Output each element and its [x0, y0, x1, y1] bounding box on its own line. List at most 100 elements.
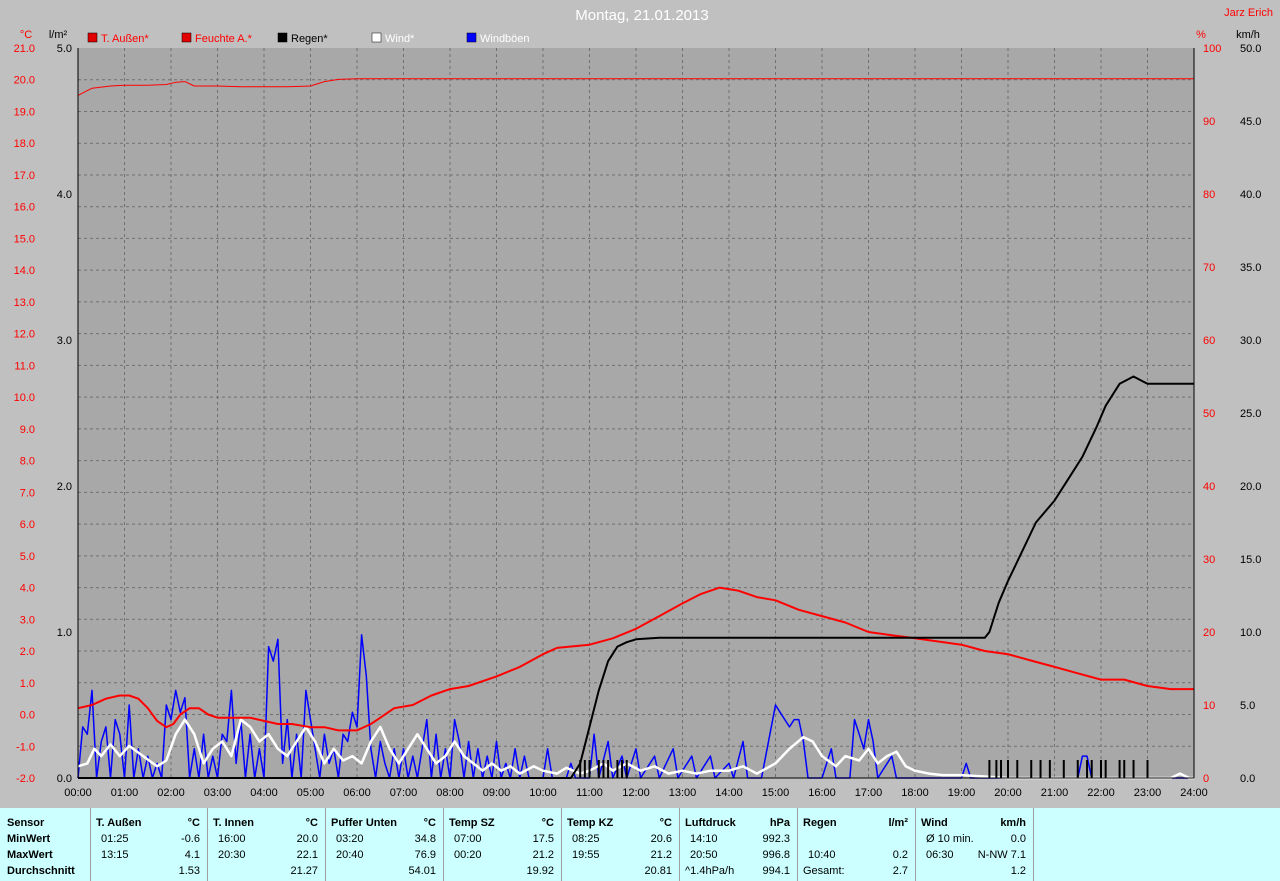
temperature-tick-label: -1.0: [16, 741, 35, 753]
wind-tick-label: 0.0: [1240, 773, 1255, 785]
stats-avg-value: 994.1: [762, 865, 790, 877]
humidity-tick-label: 80: [1203, 189, 1215, 201]
stats-column: T. Außen °C 01:25 -0.6 13:15 4.1 1.53: [90, 808, 208, 881]
humidity-tick-label: 90: [1203, 116, 1215, 128]
time-tick-label: 07:00: [390, 787, 418, 799]
stats-max-value: 0.2: [892, 849, 908, 861]
stats-row-label: MaxWert: [7, 849, 53, 861]
stats-column: T. Innen °C 16:00 20.0 20:30 22.1 21.27: [207, 808, 326, 881]
stats-column: Regen l/m² 10:40 0.2 Gesamt: 2.7: [797, 808, 916, 881]
stats-avg-value: 1.2: [1010, 865, 1026, 877]
temperature-tick-label: 14.0: [14, 265, 35, 277]
time-tick-label: 23:00: [1134, 787, 1162, 799]
wind-tick-label: 15.0: [1240, 554, 1261, 566]
time-tick-label: 02:00: [157, 787, 185, 799]
temperature-tick-label: 4.0: [20, 583, 35, 595]
stats-column-name: Temp SZ: [449, 817, 495, 829]
humidity-tick-label: 40: [1203, 481, 1215, 493]
stats-column-unit: hPa: [769, 817, 790, 829]
stats-min-time: 03:20: [336, 833, 364, 845]
stats-max-value: 21.2: [650, 849, 672, 861]
rain-tick-label: 3.0: [57, 335, 72, 347]
stats-column: Puffer Unten °C 03:20 34.8 20:40 76.9 54.01: [325, 808, 444, 881]
stats-avg-value: 20.81: [644, 865, 672, 877]
temperature-tick-label: 11.0: [14, 360, 35, 372]
stats-max-time: 13:15: [101, 849, 129, 861]
stats-column-unit: °C: [305, 817, 318, 829]
wind-tick-label: 5.0: [1240, 700, 1255, 712]
stats-row-labels: Sensor MinWert MaxWert Durchschnitt: [0, 808, 90, 881]
temperature-tick-label: 12.0: [14, 329, 35, 341]
stats-column: Wind km/h Ø 10 min. 0.0 06:30 N-NW 7.1 1.2: [915, 808, 1034, 881]
legend-swatch: [466, 32, 477, 43]
stats-max-value: 4.1: [184, 849, 200, 861]
weather-chart: Montag, 21.01.2013 Jarz Erich °C l/m² % …: [14, 7, 1273, 799]
time-tick-label: 13:00: [669, 787, 697, 799]
stats-column-unit: km/h: [1000, 817, 1026, 829]
temperature-tick-label: 19.0: [14, 106, 35, 118]
stats-min-time: 07:00: [454, 833, 482, 845]
temperature-tick-label: -2.0: [16, 773, 35, 785]
stats-max-value: 21.2: [532, 849, 554, 861]
stats-column: Temp SZ °C 07:00 17.5 00:20 21.2 19.92: [443, 808, 562, 881]
stats-min-time: Ø 10 min.: [926, 833, 974, 845]
time-tick-label: 12:00: [622, 787, 650, 799]
time-tick-label: 19:00: [948, 787, 976, 799]
stats-min-time: 08:25: [572, 833, 600, 845]
wind-tick-label: 30.0: [1240, 335, 1261, 347]
temperature-tick-label: 15.0: [14, 233, 35, 245]
stats-max-value: 996.8: [762, 849, 790, 861]
stats-avg-value: 2.7: [892, 865, 908, 877]
humidity-tick-label: 30: [1203, 554, 1215, 566]
stats-min-value: 34.8: [414, 833, 436, 845]
legend-label: Regen*: [291, 33, 328, 45]
stats-min-value: 20.6: [650, 833, 672, 845]
time-tick-label: 14:00: [715, 787, 743, 799]
stats-row-label: Durchschnitt: [7, 865, 75, 877]
time-tick-label: 06:00: [343, 787, 371, 799]
stats-column-unit: °C: [423, 817, 436, 829]
stats-min-time: 14:10: [690, 833, 718, 845]
time-tick-label: 16:00: [808, 787, 836, 799]
stats-column-name: Temp KZ: [567, 817, 614, 829]
temperature-tick-label: 0.0: [20, 710, 35, 722]
temperature-tick-label: 13.0: [14, 297, 35, 309]
time-tick-label: 20:00: [994, 787, 1022, 799]
stats-avg-value: 21.27: [290, 865, 318, 877]
wind-tick-label: 50.0: [1240, 43, 1261, 55]
temperature-tick-label: 7.0: [20, 487, 35, 499]
temperature-tick-label: 1.0: [20, 678, 35, 690]
temperature-tick-label: 2.0: [20, 646, 35, 658]
stats-column-name: Luftdruck: [685, 817, 736, 829]
time-tick-label: 11:00: [576, 787, 603, 799]
legend-swatch: [87, 32, 98, 43]
time-tick-label: 17:00: [855, 787, 883, 799]
rain-tick-label: 2.0: [57, 481, 72, 493]
unit-label-temperature: °C: [20, 29, 32, 41]
legend-label: T. Außen*: [101, 33, 149, 45]
time-tick-label: 05:00: [297, 787, 325, 799]
stats-max-value: 22.1: [296, 849, 318, 861]
rain-tick-label: 0.0: [57, 773, 72, 785]
stats-min-value: 17.5: [532, 833, 554, 845]
temperature-tick-label: 20.0: [14, 75, 35, 87]
stats-row-label: Sensor: [7, 817, 45, 829]
stats-panel: Sensor MinWert MaxWert Durchschnitt T. Außen…: [0, 808, 1280, 881]
wind-tick-label: 40.0: [1240, 189, 1261, 201]
temperature-tick-label: 17.0: [14, 170, 35, 182]
time-tick-label: 22:00: [1087, 787, 1115, 799]
humidity-tick-label: 50: [1203, 408, 1215, 420]
legend-label: Wind*: [385, 33, 415, 45]
legend-swatch: [277, 32, 288, 43]
humidity-tick-label: 20: [1203, 627, 1215, 639]
temperature-tick-label: 10.0: [14, 392, 35, 404]
time-tick-label: 01:00: [111, 787, 139, 799]
time-tick-label: 00:00: [64, 787, 92, 799]
time-tick-label: 04:00: [250, 787, 278, 799]
stats-avg-label: Gesamt:: [803, 865, 845, 877]
humidity-tick-label: 0: [1203, 773, 1209, 785]
temperature-tick-label: 18.0: [14, 138, 35, 150]
temperature-tick-label: 9.0: [20, 424, 35, 436]
rain-tick-label: 5.0: [57, 43, 72, 55]
stats-column-unit: °C: [659, 817, 672, 829]
